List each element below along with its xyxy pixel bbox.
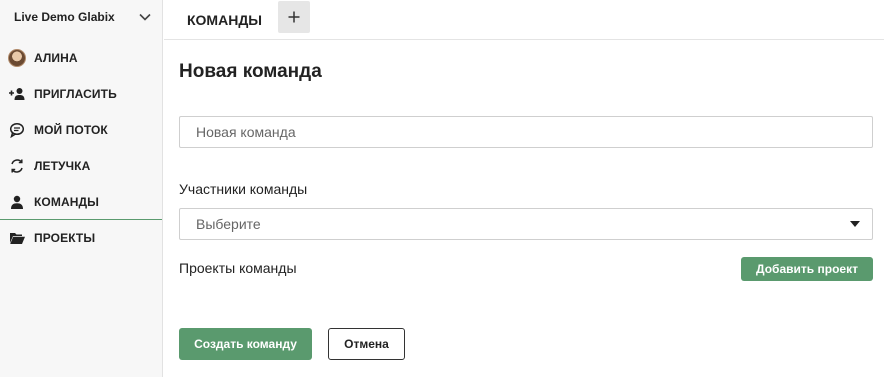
- sidebar-item-label: МОЙ ПОТОК: [34, 123, 108, 137]
- sidebar-item-label: ПРОЕКТЫ: [34, 231, 96, 245]
- sidebar-item-my-stream[interactable]: МОЙ ПОТОК: [0, 112, 162, 148]
- create-team-button[interactable]: Создать команду: [179, 328, 312, 360]
- add-tab-button[interactable]: [278, 0, 310, 33]
- sidebar-item-standup[interactable]: ЛЕТУЧКА: [0, 148, 162, 184]
- cancel-button[interactable]: Отмена: [328, 328, 405, 360]
- sidebar-item-projects[interactable]: ПРОЕКТЫ: [0, 220, 162, 256]
- sidebar-item-alina[interactable]: АЛИНА: [0, 40, 162, 76]
- members-select[interactable]: Выберите: [179, 208, 873, 240]
- sidebar-item-invite[interactable]: ПРИГЛАСИТЬ: [0, 76, 162, 112]
- plus-icon: [288, 11, 300, 23]
- sidebar: Live Demo Glabix АЛИНА ПРИГЛАСИТЬ МОЙ ПО…: [0, 0, 163, 377]
- chat-bubble-icon: [8, 121, 26, 139]
- projects-label: Проекты команды: [179, 260, 297, 276]
- sidebar-item-teams[interactable]: КОМАНДЫ: [0, 184, 162, 220]
- avatar: [8, 49, 26, 67]
- sidebar-item-label: ЛЕТУЧКА: [34, 159, 91, 173]
- add-project-button[interactable]: Добавить проект: [741, 257, 873, 281]
- folder-open-icon: [8, 229, 26, 247]
- team-name-input[interactable]: [179, 116, 873, 148]
- sidebar-nav: АЛИНА ПРИГЛАСИТЬ МОЙ ПОТОК ЛЕТУЧКА КОМАН…: [0, 40, 162, 256]
- members-label: Участники команды: [179, 181, 308, 197]
- members-select-value: Выберите: [196, 216, 261, 232]
- top-bar: КОМАНДЫ: [164, 0, 884, 40]
- sidebar-item-label: ПРИГЛАСИТЬ: [34, 87, 117, 101]
- add-user-icon: [8, 85, 26, 103]
- sidebar-item-label: КОМАНДЫ: [34, 194, 99, 209]
- refresh-icon: [8, 157, 26, 175]
- user-icon: [8, 193, 26, 211]
- sidebar-item-label: АЛИНА: [34, 51, 78, 65]
- chevron-down-icon[interactable]: [138, 10, 152, 24]
- tab-teams[interactable]: КОМАНДЫ: [164, 3, 278, 37]
- caret-down-icon: [850, 221, 860, 227]
- workspace-switcher[interactable]: Live Demo Glabix: [0, 0, 162, 34]
- page-title: Новая команда: [179, 61, 322, 82]
- workspace-name: Live Demo Glabix: [14, 10, 115, 24]
- new-team-form: Новая команда Участники команды Выберите…: [164, 41, 884, 377]
